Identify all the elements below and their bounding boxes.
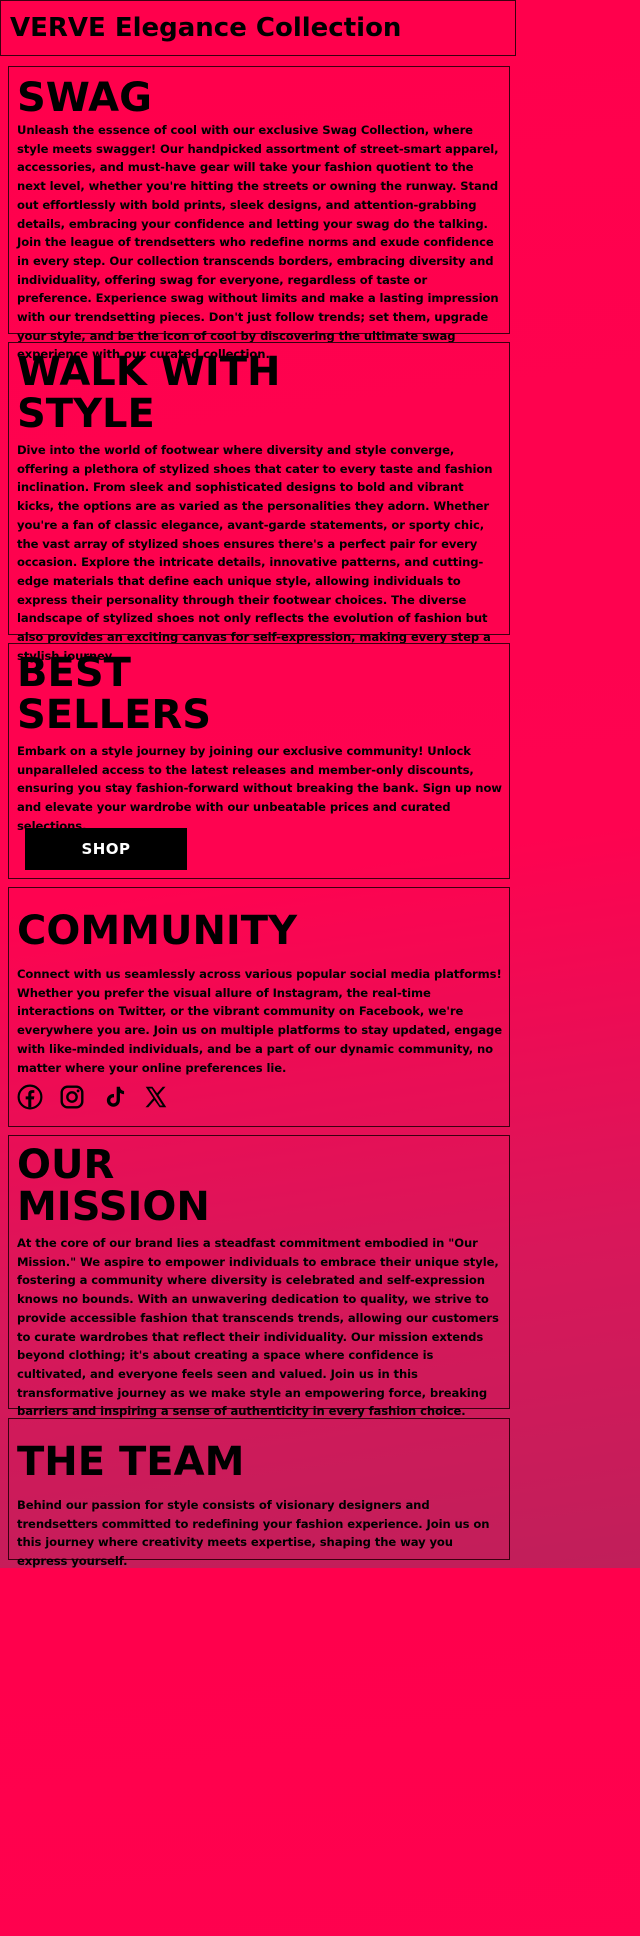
section-heading: THE TEAM xyxy=(17,1439,245,1485)
section-heading: BEST SELLERS xyxy=(17,650,212,738)
section-body: Embark on a style journey by joining our… xyxy=(17,744,502,833)
x-icon[interactable] xyxy=(143,1084,169,1110)
section-heading: WALK WITH STYLE xyxy=(17,349,281,437)
tiktok-icon[interactable] xyxy=(101,1084,127,1110)
section-the-team: THE TEAM Behind our passion for style co… xyxy=(8,1418,510,1568)
section-heading: OUR MISSION xyxy=(17,1142,210,1230)
site-title: VERVE Elegance Collection xyxy=(10,13,402,43)
section-body: Dive into the world of footwear where di… xyxy=(17,443,493,663)
instagram-icon[interactable] xyxy=(59,1084,85,1110)
section-our-mission: OUR MISSION At the core of our brand lie… xyxy=(8,1135,510,1418)
section-body: Unleash the essence of cool with our exc… xyxy=(17,123,499,362)
site-header: VERVE Elegance Collection xyxy=(0,0,516,56)
shop-button[interactable]: SHOP xyxy=(25,828,187,870)
social-links xyxy=(17,1084,169,1110)
section-body: Connect with us seamlessly across variou… xyxy=(17,967,502,1075)
section-swag: SWAG Unleash the essence of cool with ou… xyxy=(8,66,510,361)
section-body: At the core of our brand lies a steadfas… xyxy=(17,1236,499,1419)
section-body: Behind our passion for style consists of… xyxy=(17,1498,490,1569)
section-heading: SWAG xyxy=(17,75,152,121)
section-community: COMMUNITY Connect with us seamlessly acr… xyxy=(8,887,510,1127)
section-walk-with-style: WALK WITH STYLE Dive into the world of f… xyxy=(8,342,510,663)
section-best-sellers: BEST SELLERS Embark on a style journey b… xyxy=(8,643,510,879)
section-heading: COMMUNITY xyxy=(17,908,298,954)
facebook-icon[interactable] xyxy=(17,1084,43,1110)
